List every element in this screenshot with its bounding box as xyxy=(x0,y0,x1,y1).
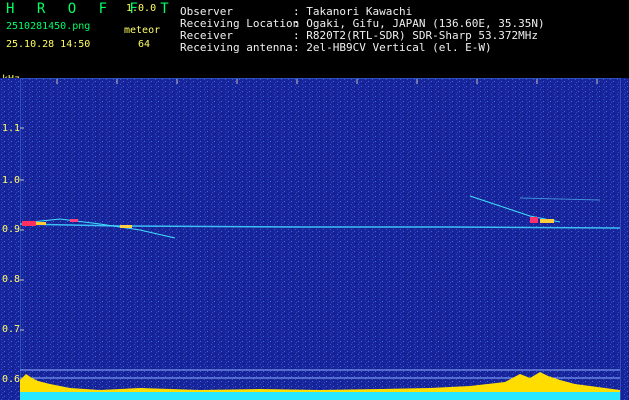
app-version: 1.0.0 xyxy=(126,3,157,14)
info-antenna-value: : 2el-HB9CV Vertical (el. E-W) xyxy=(293,41,492,54)
y-tick-label: 0.6 xyxy=(2,374,21,385)
timestamp: 25.10.28 14:50 xyxy=(6,39,91,50)
y-tick-label: 1.0 xyxy=(2,175,21,186)
spectrogram-plot xyxy=(0,78,629,400)
meteor-count: 64 xyxy=(138,39,151,50)
plot-background xyxy=(0,78,629,400)
baseline-band xyxy=(20,392,620,400)
y-tick-label: 0.8 xyxy=(2,274,21,285)
meteor-label: meteor xyxy=(124,25,161,36)
y-tick-label: 0.9 xyxy=(2,224,21,235)
file-name: 2510281450.png xyxy=(6,21,91,32)
y-tick-label: 1.1 xyxy=(2,123,21,134)
info-antenna-label: Receiving antenna xyxy=(180,41,293,54)
y-tick-label: 0.7 xyxy=(2,324,21,335)
